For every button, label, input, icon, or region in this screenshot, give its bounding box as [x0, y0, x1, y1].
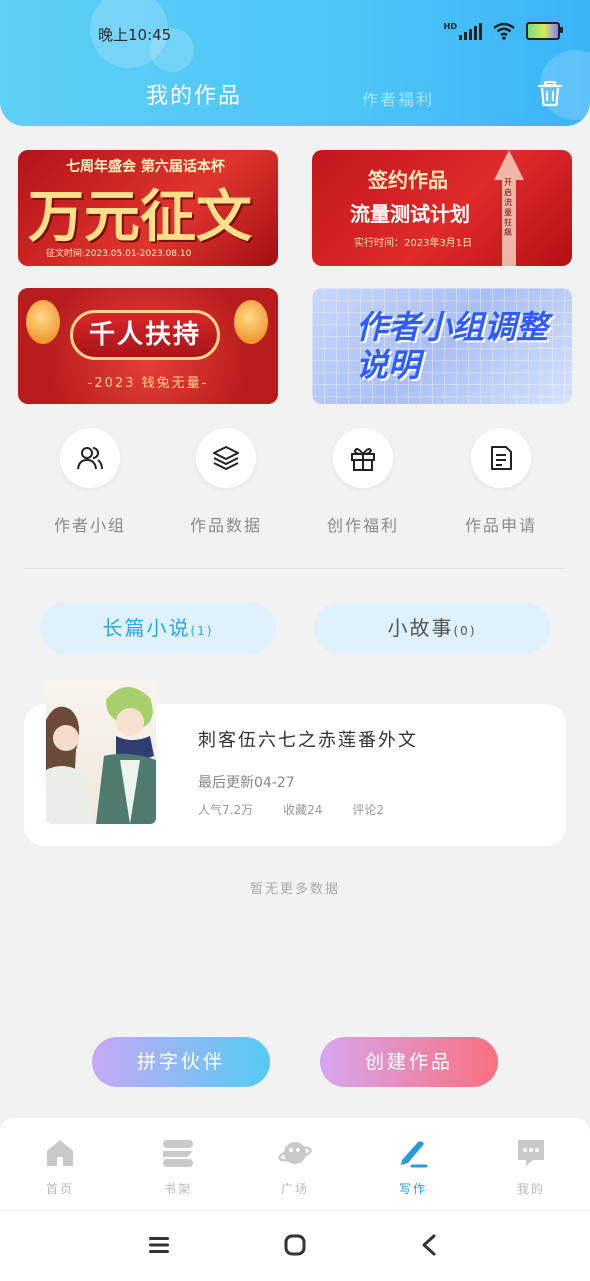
work-cover-image[interactable]: [46, 680, 156, 824]
quick-label: 作品数据: [189, 516, 262, 535]
nav-label: 写作: [398, 1182, 427, 1196]
menu-icon[interactable]: [148, 1235, 170, 1255]
trash-icon[interactable]: [536, 80, 564, 108]
segment-label: 小故事: [387, 616, 454, 640]
banner-essay-contest[interactable]: 七周年盛会 第六届话本杯 万元征文 征文时间:2023.05.01-2023.0…: [18, 150, 278, 266]
segment-count: (1): [190, 624, 214, 638]
bookshelf-icon: [163, 1140, 193, 1167]
nav-square[interactable]: 广场: [255, 1136, 335, 1197]
banner-thousand-support[interactable]: 千人扶持 -2023 钱兔无量-: [18, 288, 278, 404]
nav-bookshelf[interactable]: 书架: [138, 1136, 218, 1197]
gift-icon: [333, 428, 393, 488]
chat-icon: [518, 1140, 544, 1166]
create-work-button[interactable]: 创建作品: [320, 1037, 498, 1087]
banner-sub-text: -2023 钱兔无量-: [87, 376, 209, 391]
banner-traffic-test[interactable]: 签约作品 流量测试计划 实行时间：2023年3月1日 开启流量狂飙: [312, 150, 572, 266]
users-icon: [60, 428, 120, 488]
system-nav-bar: [0, 1210, 590, 1281]
no-more-data-text: 暂无更多数据: [249, 882, 340, 897]
quick-label: 作者小组: [53, 516, 126, 535]
lantern-icon: [26, 300, 60, 344]
banner-main-text: 万元征文: [28, 184, 252, 250]
work-title[interactable]: 刺客伍六七之赤莲番外文: [198, 726, 418, 752]
wifi-icon: [493, 22, 515, 40]
home-icon: [47, 1140, 73, 1166]
cover-illustration: [46, 686, 156, 824]
banner-line3: 实行时间：2023年3月1日: [354, 238, 473, 249]
banner-date-text: 征文时间:2023.05.01-2023.08.10: [46, 249, 192, 259]
tab-my-works[interactable]: 我的作品: [146, 78, 242, 110]
back-icon[interactable]: [420, 1234, 438, 1256]
tab-author-benefits[interactable]: 作者福利: [362, 86, 434, 110]
segment-label: 长篇小说: [102, 616, 191, 640]
lantern-icon: [234, 300, 268, 344]
work-popularity: 人气7.2万: [198, 803, 254, 817]
layers-icon: [196, 428, 256, 488]
hd-label: HD: [443, 22, 457, 31]
banner-line1: 签约作品: [368, 168, 448, 192]
work-favorites: 收藏24: [283, 803, 323, 817]
header: 晚上10:45 HD 我的作品 作者福利: [0, 0, 590, 126]
planet-icon: [278, 1142, 312, 1164]
banner-main-text: 作者小组调整说明: [356, 308, 549, 384]
quick-work-application[interactable]: 作品申请: [441, 428, 561, 536]
writing-partner-button[interactable]: 拼字伙伴: [92, 1037, 270, 1087]
document-icon: [471, 428, 531, 488]
work-updated: 最后更新04-27: [198, 775, 295, 791]
home-circle-icon[interactable]: [284, 1234, 306, 1256]
battery-icon: [526, 22, 563, 40]
nav-mine[interactable]: 我的: [491, 1136, 571, 1197]
work-comments: 评论2: [352, 803, 385, 817]
nav-label: 首页: [45, 1182, 74, 1196]
nav-label: 广场: [280, 1182, 309, 1196]
header-tabs: 我的作品 作者福利: [0, 78, 590, 118]
quick-creation-benefits[interactable]: 创作福利: [303, 428, 423, 536]
signal-icon: HD: [444, 22, 482, 40]
nav-home[interactable]: 首页: [20, 1136, 100, 1197]
banner-main-text: 千人扶持: [70, 310, 220, 360]
status-icons: HD: [444, 22, 563, 40]
divider: [24, 568, 566, 569]
quick-label: 作品申请: [464, 516, 537, 535]
banner-arrow-text: 开启流量狂飙: [504, 178, 512, 237]
quick-work-data[interactable]: 作品数据: [166, 428, 286, 536]
quick-author-group[interactable]: 作者小组: [30, 428, 150, 536]
status-time: 晚上10:45: [98, 26, 172, 44]
nav-label: 我的: [516, 1182, 545, 1196]
tab-long-novel[interactable]: 长篇小说(1): [40, 602, 276, 654]
banner-line2: 流量测试计划: [350, 202, 470, 226]
pen-icon: [401, 1141, 428, 1168]
work-stats: 人气7.2万 收藏24 评论2: [198, 801, 384, 818]
quick-label: 创作福利: [326, 516, 399, 535]
tab-short-story[interactable]: 小故事(0): [314, 602, 550, 654]
segment-count: (0): [453, 624, 477, 638]
nav-writing[interactable]: 写作: [373, 1136, 453, 1197]
nav-label: 书架: [163, 1182, 192, 1196]
banner-group-notice[interactable]: 作者小组调整说明: [312, 288, 572, 404]
